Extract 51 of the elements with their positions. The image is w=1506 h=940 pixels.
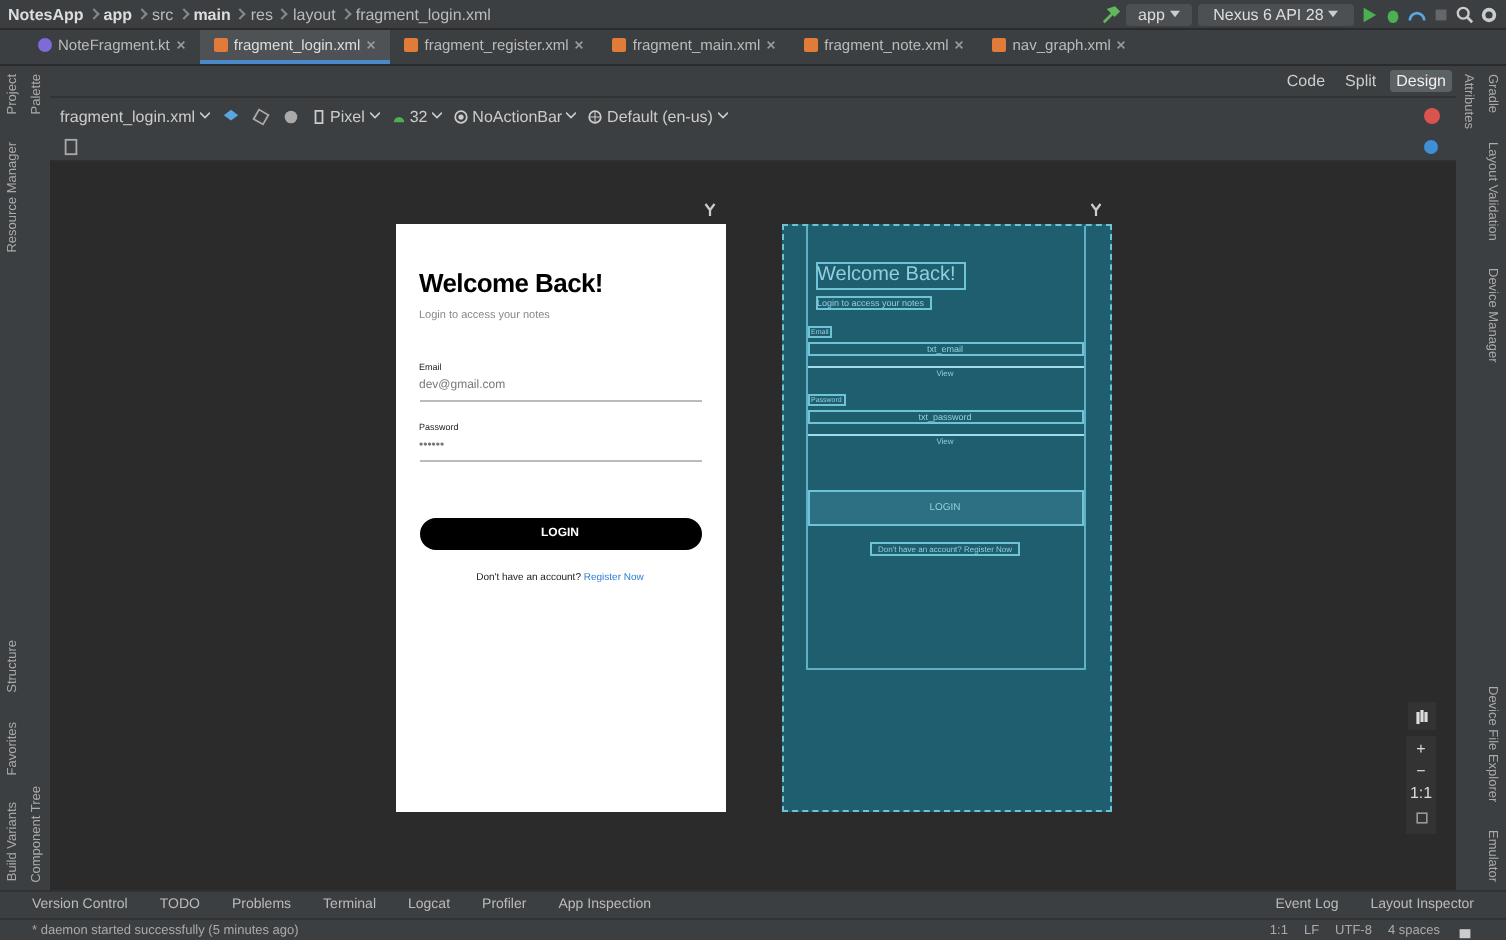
device-frame-icon[interactable]	[62, 138, 80, 156]
close-icon[interactable]	[366, 40, 377, 50]
breadcrumb-item[interactable]: layout	[292, 5, 336, 23]
chevron-icon	[199, 112, 210, 121]
phone-icon	[311, 109, 326, 124]
chevron-icon	[235, 8, 247, 20]
rotate-icon[interactable]	[251, 107, 270, 125]
close-icon[interactable]	[1116, 40, 1127, 50]
caret-icon	[1328, 10, 1338, 19]
theme-icon	[453, 109, 468, 124]
help-icon[interactable]	[1424, 140, 1438, 154]
view-mode-button[interactable]: Split	[1339, 70, 1383, 92]
hammer-icon[interactable]	[1102, 5, 1121, 23]
zoom-button[interactable]: −	[1408, 762, 1434, 780]
device-dropdown[interactable]: Nexus 6 API 28	[1197, 3, 1354, 25]
breadcrumb-item[interactable]: fragment_login.xml	[355, 5, 491, 23]
file-dropdown[interactable]: fragment_login.xml	[60, 107, 210, 125]
breadcrumb-item[interactable]: main	[193, 5, 231, 23]
device-dropdown[interactable]: Pixel	[311, 107, 380, 125]
pin-icon[interactable]	[1089, 202, 1101, 218]
error-icon[interactable]	[1424, 108, 1440, 124]
zoom-button[interactable]: +	[1408, 740, 1434, 758]
close-icon[interactable]	[954, 40, 965, 50]
close-icon[interactable]	[175, 40, 186, 50]
layers-icon[interactable]	[221, 107, 240, 125]
locale-dropdown[interactable]: Default (en-us)	[588, 107, 728, 125]
chevron-icon	[369, 112, 380, 121]
zoom-button[interactable]: 1:1	[1408, 784, 1434, 802]
chevron-icon	[277, 8, 289, 20]
chevron-icon	[431, 112, 442, 121]
pin-icon[interactable]	[703, 202, 715, 218]
play-icon[interactable]	[1360, 5, 1378, 23]
globe-icon	[588, 109, 603, 124]
chevron-icon	[340, 8, 352, 20]
breadcrumb-item[interactable]: app	[103, 5, 133, 23]
view-mode-button[interactable]: Design	[1390, 70, 1452, 92]
theme-dropdown[interactable]: NoActionBar	[453, 107, 577, 125]
close-icon[interactable]	[574, 40, 585, 50]
breadcrumb-item[interactable]: src	[152, 5, 174, 23]
chevron-icon	[717, 112, 728, 121]
chevron-icon	[566, 112, 577, 121]
search-icon[interactable]	[1456, 5, 1474, 23]
api-dropdown[interactable]: 32	[391, 107, 442, 125]
caret-icon	[1169, 10, 1180, 19]
chevron-icon	[136, 8, 148, 20]
breadcrumb-item[interactable]: res	[250, 5, 273, 23]
welcome-title: Welcome Back!	[419, 268, 605, 298]
breadcrumb-item[interactable]: NotesApp	[8, 5, 84, 23]
view-mode-button[interactable]: Code	[1280, 70, 1332, 92]
close-icon[interactable]	[766, 40, 777, 50]
run-config-dropdown[interactable]: app	[1126, 3, 1192, 25]
